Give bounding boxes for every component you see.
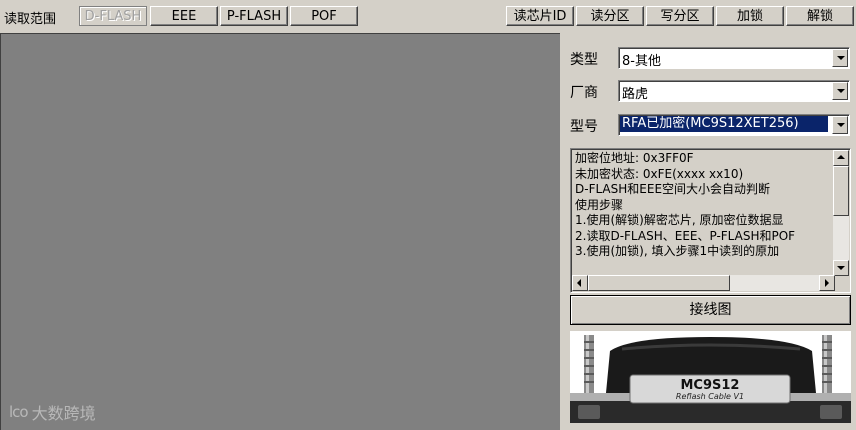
read-range-label: 读取范围: [4, 12, 57, 27]
unlock-button[interactable]: 解锁: [786, 6, 854, 26]
wiring-diagram-button[interactable]: 接线图: [570, 295, 851, 325]
scroll-down-icon[interactable]: [833, 260, 849, 276]
right-panel: 类型 8-其他 厂商 路虎 型号 RFA已加密(MC9S12XET256) 加密…: [560, 33, 856, 430]
info-line: 2.读取D-FLASH、EEE、P-FLASH和POF: [575, 228, 796, 243]
chevron-down-icon[interactable]: [832, 116, 848, 134]
cable-subtitle: Reflash Cable V1: [676, 392, 744, 401]
eee-button[interactable]: EEE: [150, 6, 218, 26]
chevron-down-icon[interactable]: [832, 49, 848, 67]
watermark-text: 大数跨境: [31, 404, 96, 423]
watermark-logo: lco: [9, 403, 29, 421]
cable-title: MC9S12: [681, 378, 740, 393]
d-flash-button[interactable]: D-FLASH: [79, 6, 147, 26]
toolbar: 读取范围 D-FLASH EEE P-FLASH POF 读芯片ID 读分区 写…: [0, 0, 856, 32]
model-select[interactable]: RFA已加密(MC9S12XET256): [618, 114, 850, 136]
scroll-up-icon[interactable]: [833, 150, 849, 166]
p-flash-button[interactable]: P-FLASH: [220, 6, 288, 26]
info-line: 3.使用(加锁), 填入步骤1中读到的原加: [575, 244, 780, 258]
type-select[interactable]: 8-其他: [618, 47, 850, 69]
read-partition-button[interactable]: 读分区: [576, 6, 644, 26]
pof-button[interactable]: POF: [290, 6, 358, 26]
info-line: D-FLASH和EEE空间大小会自动判断: [575, 182, 771, 196]
info-line: 使用步骤: [575, 197, 624, 212]
cable-connector-image: MC9S12 Reflash Cable V1: [570, 331, 851, 423]
info-memo[interactable]: 加密位地址: 0x3FF0F 未加密状态: 0xFE(xxxx xx10) D-…: [570, 148, 851, 293]
type-label: 类型: [570, 52, 598, 68]
info-line: 加密位地址: 0x3FF0F: [575, 151, 694, 165]
info-lines: 加密位地址: 0x3FF0F 未加密状态: 0xFE(xxxx xx10) D-…: [575, 151, 833, 260]
vertical-scroll-thumb[interactable]: [833, 166, 849, 216]
info-line: 1.使用(解锁)解密芯片, 原加密位数据显: [575, 213, 784, 227]
scroll-right-icon[interactable]: [819, 275, 835, 291]
vendor-label: 厂商: [570, 85, 598, 101]
type-value: 8-其他: [622, 54, 661, 69]
write-partition-button[interactable]: 写分区: [646, 6, 714, 26]
model-label: 型号: [570, 119, 598, 135]
chevron-down-icon[interactable]: [832, 82, 848, 100]
horizontal-scroll-thumb[interactable]: [588, 275, 730, 291]
vendor-value: 路虎: [622, 87, 649, 102]
info-line: 未加密状态: 0xFE(xxxx xx10): [575, 166, 744, 181]
horizontal-scrollbar[interactable]: [572, 275, 835, 291]
watermark: lco 大数跨境: [9, 400, 96, 424]
vendor-select[interactable]: 路虎: [618, 80, 850, 102]
hex-workspace[interactable]: lco 大数跨境: [0, 33, 560, 430]
model-value: RFA已加密(MC9S12XET256): [620, 116, 828, 132]
scroll-left-icon[interactable]: [572, 275, 588, 291]
read-chip-id-button[interactable]: 读芯片ID: [506, 6, 574, 26]
lock-button[interactable]: 加锁: [716, 6, 784, 26]
vertical-scrollbar[interactable]: [833, 150, 849, 276]
connector-illustration: MC9S12 Reflash Cable V1: [570, 331, 851, 423]
